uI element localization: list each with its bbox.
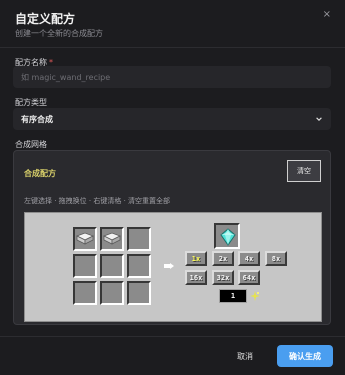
quantity-8x-button[interactable]: 8x xyxy=(265,251,287,266)
quantity-1x-button[interactable]: 1x xyxy=(185,251,207,266)
crafting-slot-7[interactable] xyxy=(73,281,97,305)
quantity-input[interactable]: 1 xyxy=(219,289,247,303)
quantity-4x-button[interactable]: 4x xyxy=(238,251,260,266)
crafting-table: 1x 2x 4x 8x 16x 32x 64x 1 xyxy=(24,212,322,322)
crafting-slot-1[interactable] xyxy=(73,227,97,251)
quantity-16x-button[interactable]: 16x xyxy=(185,270,207,285)
recipe-type-label: 配方类型 xyxy=(15,98,47,107)
panel-title: 合成配方 xyxy=(24,169,56,178)
dialog-subtitle: 创建一个全新的合成配方 xyxy=(15,29,103,38)
crafting-slot-2[interactable] xyxy=(100,227,124,251)
recipe-type-value: 有序合成 xyxy=(21,114,53,124)
chevron-down-icon xyxy=(316,117,322,121)
crafting-slot-5[interactable] xyxy=(100,254,124,278)
clear-button[interactable]: 清空 xyxy=(287,160,321,182)
crafting-slot-6[interactable] xyxy=(127,254,151,278)
close-icon[interactable]: × xyxy=(323,9,331,20)
sparkle-icon xyxy=(250,291,260,301)
confirm-button[interactable]: 确认生成 xyxy=(277,345,333,367)
cancel-button[interactable]: 取消 xyxy=(229,346,261,366)
arrow-right-icon xyxy=(164,263,174,269)
crafting-panel: 合成配方 清空 左键选择 · 拖拽换位 · 右键清格 · 清空重置全部 1x 2… xyxy=(13,150,331,325)
crafting-slot-3[interactable] xyxy=(127,227,151,251)
recipe-type-select[interactable]: 有序合成 xyxy=(13,108,331,130)
crafting-slot-9[interactable] xyxy=(127,281,151,305)
result-slot[interactable] xyxy=(214,223,240,249)
quantity-64x-button[interactable]: 64x xyxy=(238,270,260,285)
dialog-header: 自定义配方 创建一个全新的合成配方 × xyxy=(0,0,345,48)
crafting-grid-label: 合成网格 xyxy=(15,140,47,149)
panel-hint: 左键选择 · 拖拽换位 · 右键清格 · 清空重置全部 xyxy=(24,197,171,205)
paper-icon xyxy=(76,232,94,245)
quantity-32x-button[interactable]: 32x xyxy=(212,270,234,285)
recipe-name-input[interactable] xyxy=(13,66,331,88)
dialog-title: 自定义配方 xyxy=(15,12,76,26)
quantity-2x-button[interactable]: 2x xyxy=(212,251,234,266)
crafting-slot-8[interactable] xyxy=(100,281,124,305)
crafting-grid xyxy=(73,227,151,305)
diamond-icon xyxy=(220,228,236,246)
paper-icon xyxy=(103,232,121,245)
crafting-slot-4[interactable] xyxy=(73,254,97,278)
recipe-dialog: 自定义配方 创建一个全新的合成配方 × 配方名称* 配方类型 有序合成 合成网格… xyxy=(0,0,345,375)
